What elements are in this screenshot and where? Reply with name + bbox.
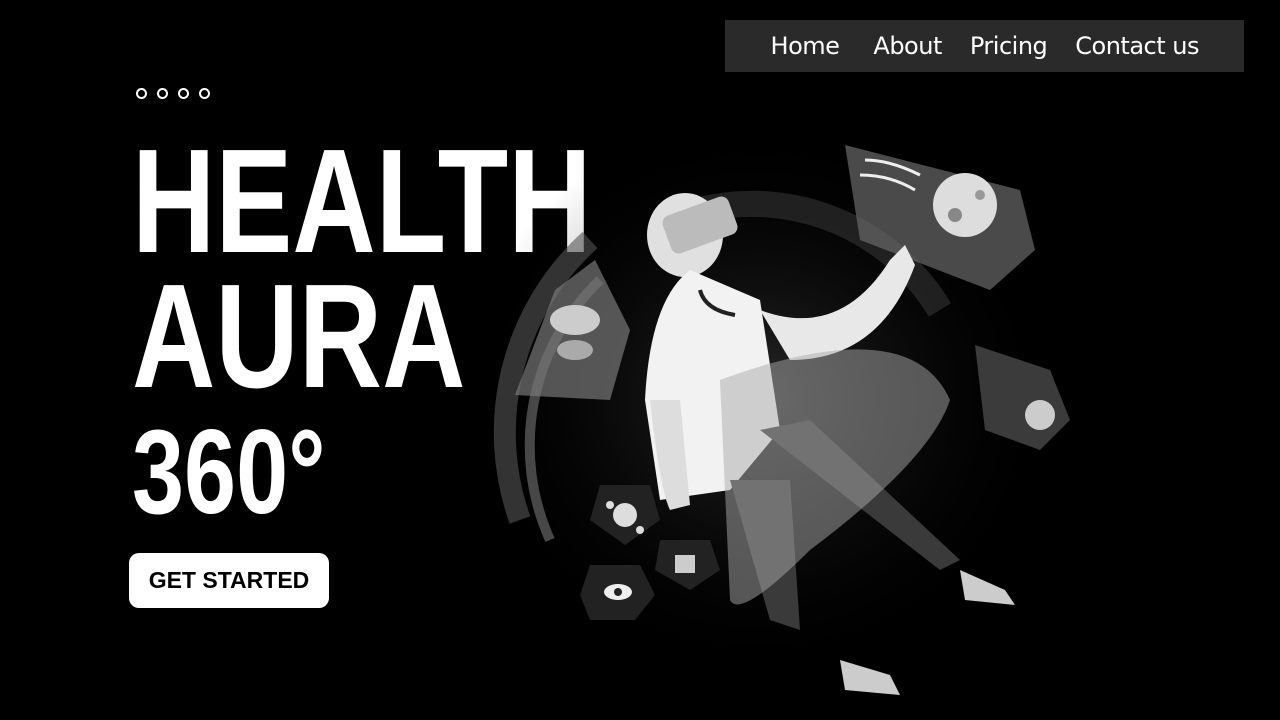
top-nav: Home About Pricing Contact us	[725, 20, 1244, 72]
decorative-dots	[136, 88, 210, 99]
lungs-icon	[1025, 400, 1055, 430]
hero-title-line-3: 360°	[132, 405, 326, 539]
brain-icon	[933, 173, 997, 237]
dot-icon	[157, 88, 168, 99]
doctor-vr-illustration	[460, 120, 1070, 695]
get-started-button[interactable]: GET STARTED	[129, 553, 329, 608]
nav-pricing-link[interactable]: Pricing	[970, 32, 1048, 60]
nav-home-link[interactable]: Home	[771, 32, 840, 60]
nav-contact-link[interactable]: Contact us	[1075, 32, 1199, 60]
nav-about-link[interactable]: About	[873, 32, 942, 60]
dot-icon	[178, 88, 189, 99]
hero-title-line-2: AURA	[132, 254, 466, 419]
dot-icon	[199, 88, 210, 99]
stomach-icon	[550, 305, 600, 335]
dot-icon	[136, 88, 147, 99]
